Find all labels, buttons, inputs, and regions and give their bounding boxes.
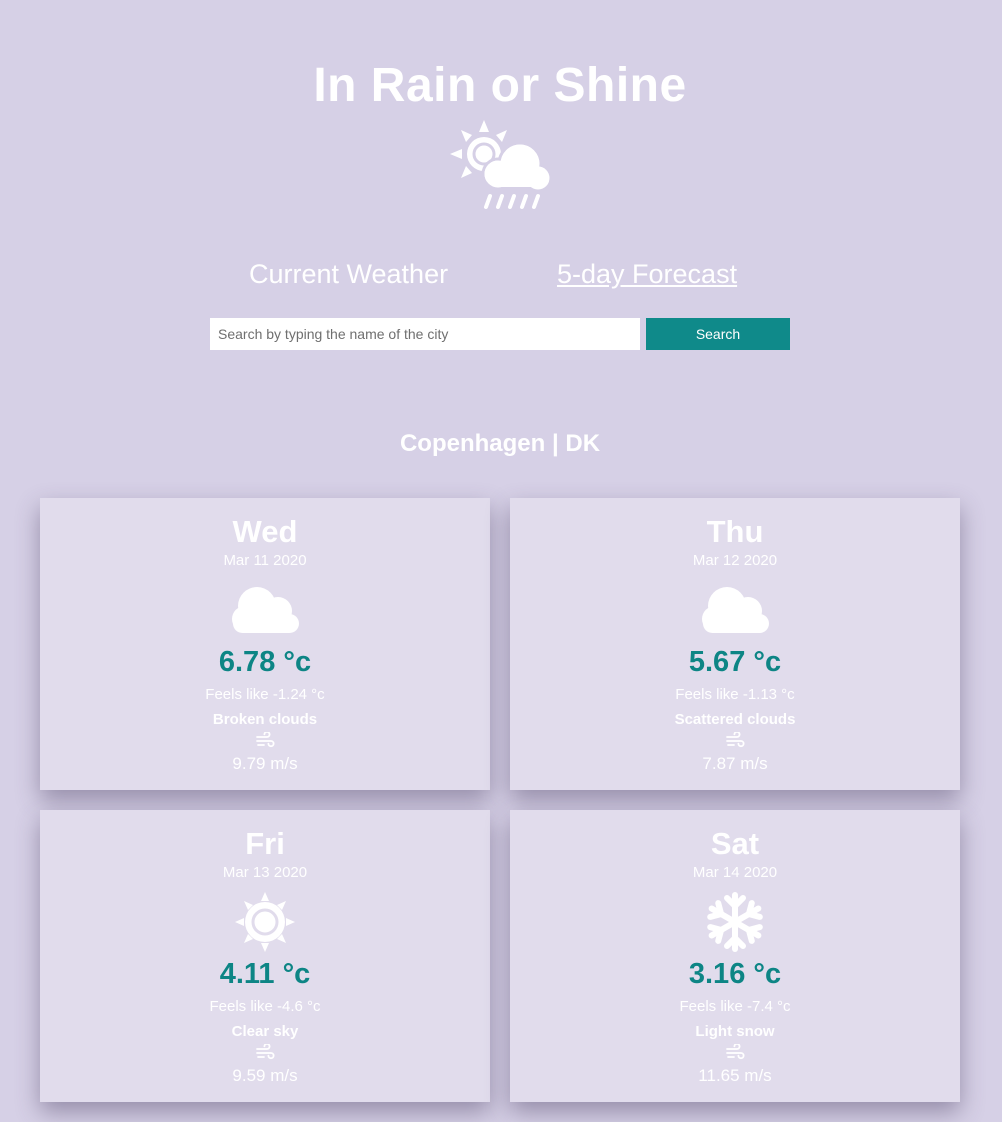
forecast-description: Scattered clouds — [674, 711, 796, 728]
forecast-card: Sat Mar 14 2020 3.16 °c Feels like -7.4 … — [510, 810, 960, 1102]
forecast-card: Fri Mar 13 2020 4.11 °c Feels like -4.6 … — [40, 810, 490, 1102]
forecast-feels-like: Feels like -1.13 °c — [675, 686, 795, 703]
city-title: Copenhagen | DK — [399, 430, 601, 457]
nav-current-weather[interactable]: Current Weather — [249, 259, 448, 290]
search-button[interactable]: Search — [646, 318, 790, 350]
forecast-wind-speed: 11.65 m/s — [698, 1066, 772, 1085]
forecast-wind-speed: 9.59 m/s — [232, 1066, 298, 1085]
forecast-feels-like: Feels like -1.24 °c — [205, 686, 325, 703]
forecast-description: Clear sky — [231, 1023, 299, 1040]
forecast-day: Wed — [232, 514, 298, 549]
cloud-icon — [232, 587, 299, 633]
nav-5-day-forecast[interactable]: 5-day Forecast — [557, 259, 737, 290]
forecast-description: Light snow — [695, 1023, 775, 1040]
wind-icon — [726, 1044, 745, 1060]
forecast-wind-speed: 7.87 m/s — [702, 754, 768, 773]
sun-cloud-rain-icon — [450, 120, 553, 209]
wind-icon — [256, 1044, 275, 1060]
forecast-date: Mar 14 2020 — [692, 864, 778, 881]
city-search-input[interactable] — [210, 318, 640, 350]
forecast-temperature: 6.78 °c — [218, 646, 312, 678]
forecast-date: Mar 11 2020 — [223, 552, 307, 569]
sun-icon — [235, 892, 295, 952]
forecast-card: Thu Mar 12 2020 5.67 °c Feels like -1.13… — [510, 498, 960, 790]
wind-icon — [726, 732, 745, 748]
forecast-temperature: 3.16 °c — [688, 958, 782, 990]
forecast-description: Broken clouds — [212, 711, 318, 728]
snowflake-icon — [707, 892, 763, 952]
wind-icon — [256, 732, 275, 748]
forecast-wind-speed: 9.79 m/s — [232, 754, 298, 773]
forecast-day: Thu — [706, 514, 764, 549]
cloud-icon — [702, 587, 769, 633]
forecast-day: Sat — [710, 826, 760, 861]
forecast-day: Fri — [245, 826, 285, 861]
app-title: In Rain or Shine — [313, 59, 687, 112]
forecast-temperature: 5.67 °c — [688, 646, 782, 678]
forecast-card: Wed Mar 11 2020 6.78 °c Feels like -1.24… — [40, 498, 490, 790]
main-nav: Current Weather 5-day Forecast — [0, 256, 1000, 296]
forecast-feels-like: Feels like -4.6 °c — [209, 998, 321, 1015]
forecast-temperature: 4.11 °c — [219, 958, 311, 990]
forecast-date: Mar 12 2020 — [692, 552, 778, 569]
forecast-feels-like: Feels like -7.4 °c — [679, 998, 791, 1015]
forecast-date: Mar 13 2020 — [222, 864, 308, 881]
